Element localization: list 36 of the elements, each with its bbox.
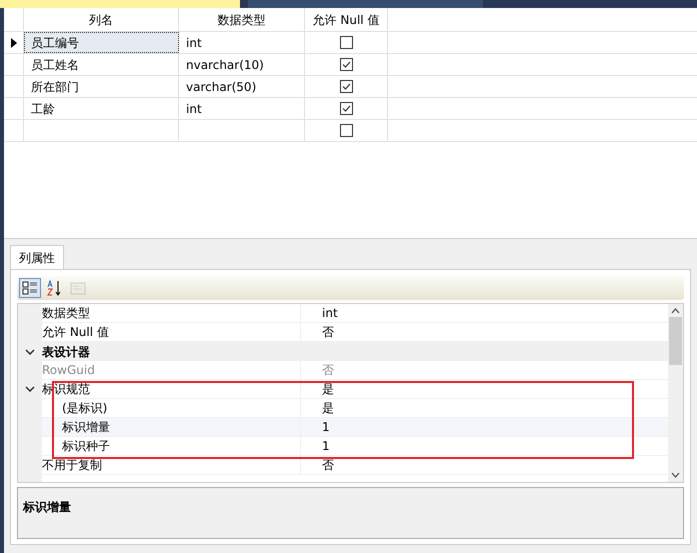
- property-row[interactable]: (是标识) 是: [18, 399, 668, 418]
- table-cell[interactable]: int: [179, 32, 305, 53]
- table-cell[interactable]: 员工编号: [24, 32, 179, 53]
- property-value: 否: [321, 326, 334, 338]
- property-value: 是: [321, 383, 334, 395]
- property-value: 否: [321, 364, 334, 376]
- column-header[interactable]: 允许 Null 值: [305, 8, 388, 31]
- column-header[interactable]: 数据类型: [179, 8, 305, 31]
- property-name: 标识增量: [42, 418, 301, 436]
- property-value: int: [321, 307, 338, 319]
- property-row[interactable]: 标识增量 1: [18, 418, 668, 437]
- property-name: 数据类型: [42, 304, 301, 322]
- property-name: RowGuid: [42, 361, 301, 379]
- property-row[interactable]: 数据类型 int: [18, 304, 668, 323]
- property-name: 标识种子: [42, 437, 301, 455]
- category-label: 表设计器: [42, 344, 90, 360]
- table-cell[interactable]: 所在部门: [24, 76, 179, 97]
- table-cell[interactable]: int: [179, 98, 305, 119]
- property-value: 1: [321, 421, 330, 433]
- table-cell[interactable]: 工龄: [24, 98, 179, 119]
- property-value: 否: [321, 459, 334, 471]
- column-header[interactable]: 列名: [24, 8, 179, 31]
- description-title: 标识增量: [23, 500, 71, 514]
- table-cell[interactable]: varchar(50): [179, 76, 305, 97]
- table-cell[interactable]: nvarchar(10): [179, 54, 305, 75]
- property-name: (是标识): [42, 399, 301, 417]
- property-row[interactable]: 允许 Null 值 否: [18, 323, 668, 342]
- properties-tab[interactable]: 列属性: [10, 245, 64, 269]
- category-row[interactable]: 表设计器: [18, 342, 668, 361]
- property-value: 是: [321, 402, 334, 414]
- table-cell[interactable]: 员工姓名: [24, 54, 179, 75]
- property-name: 不用于复制: [42, 456, 301, 474]
- property-value: 1: [321, 440, 330, 452]
- property-row[interactable]: 不用于复制 否: [18, 456, 668, 475]
- property-name: 允许 Null 值: [42, 323, 301, 341]
- property-row[interactable]: 标识种子 1: [18, 437, 668, 456]
